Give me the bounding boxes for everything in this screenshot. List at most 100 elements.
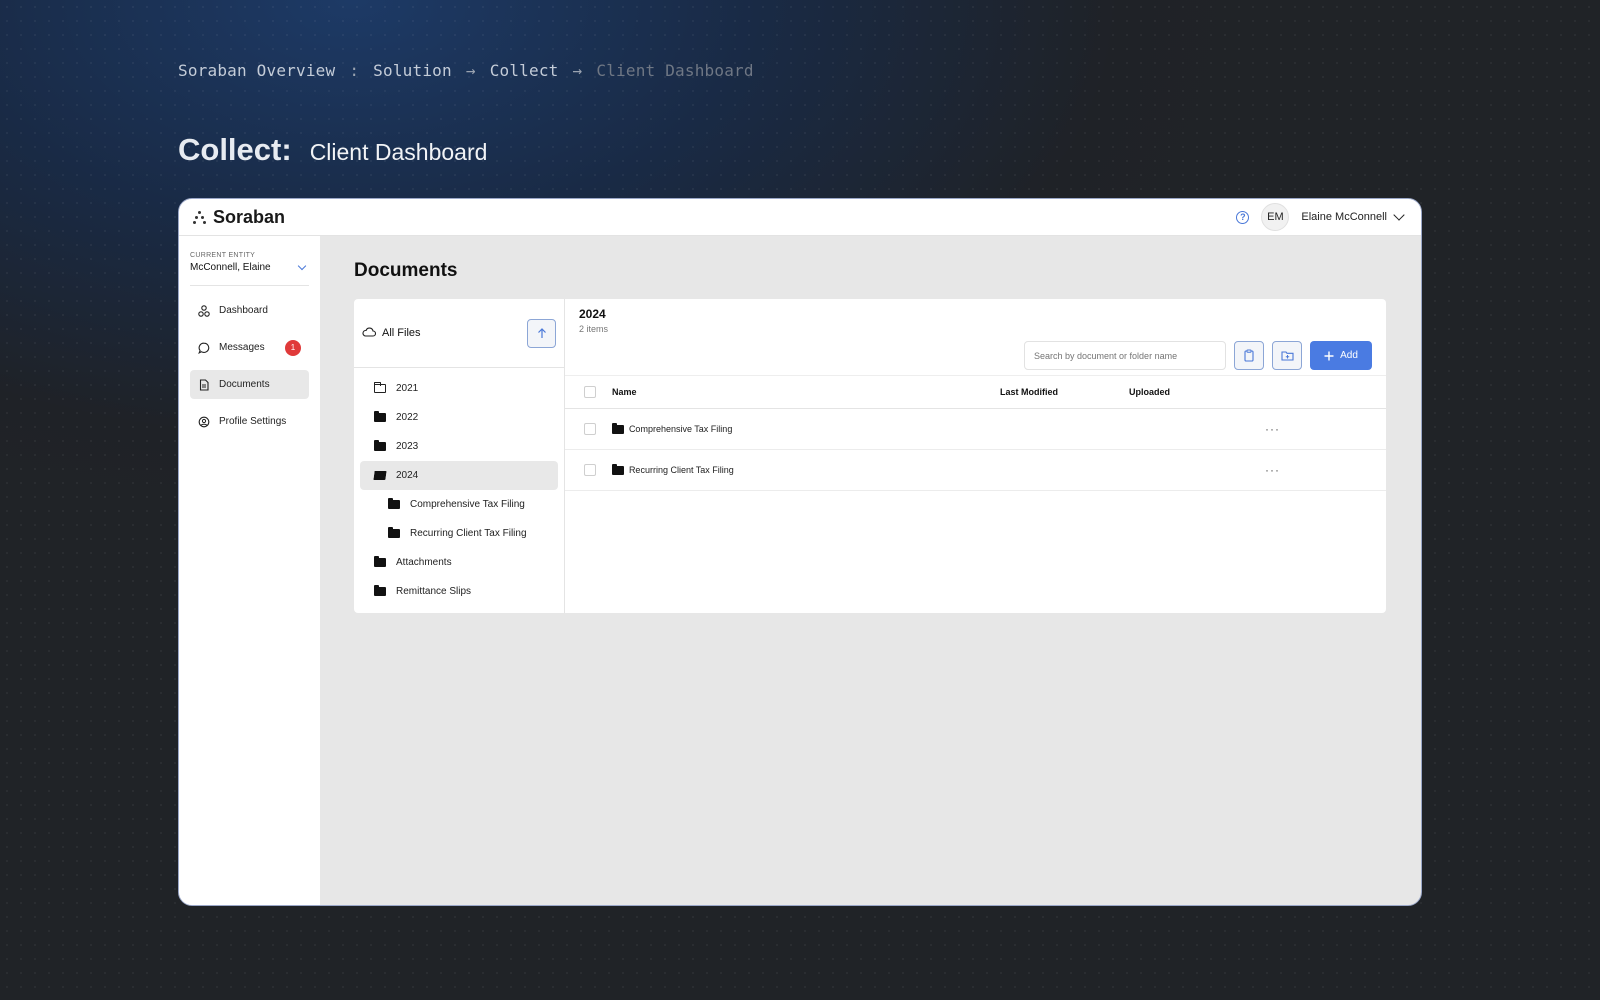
chevron-down-icon: [297, 261, 307, 271]
tree-item-label: 2021: [396, 383, 419, 394]
folder-title: 2024: [579, 307, 606, 321]
entity-selector[interactable]: McConnell, Elaine: [190, 261, 309, 273]
app-topbar: Soraban ? EM Elaine McConnell: [179, 199, 1421, 236]
sidebar-item-label: Documents: [219, 379, 270, 390]
folder-icon: [611, 422, 624, 434]
main-content: Documents All Files 2021 2022 2023 2024 …: [320, 236, 1421, 905]
sidebar-item-profile-settings[interactable]: Profile Settings: [190, 407, 309, 436]
clipboard-button[interactable]: [1234, 341, 1264, 370]
logo-text: Soraban: [213, 206, 286, 227]
avatar[interactable]: EM: [1261, 203, 1290, 231]
tree-item-label: Recurring Client Tax Filing: [410, 528, 527, 539]
tree-list: 2021 2022 2023 2024 Comprehensive Tax Fi…: [354, 368, 564, 606]
folder-contents: 2024 2 items Add: [565, 299, 1386, 613]
tree-item-remittance-slips[interactable]: Remittance Slips: [360, 577, 558, 606]
column-uploaded[interactable]: Uploaded: [1129, 387, 1269, 397]
breadcrumb-separator: →: [465, 61, 476, 80]
tree-item-label: 2023: [396, 441, 419, 452]
more-options-icon[interactable]: ···: [1265, 463, 1280, 477]
breadcrumb-item[interactable]: Soraban Overview: [178, 61, 335, 80]
entity-label: CURRENT ENTITY: [190, 252, 256, 259]
user-area: ? EM Elaine McConnell: [1236, 203, 1407, 231]
user-name[interactable]: Elaine McConnell: [1301, 211, 1387, 223]
row-name-cell: Recurring Client Tax Filing: [611, 463, 998, 475]
tree-item-label: Attachments: [396, 557, 452, 568]
folder-tree: All Files 2021 2022 2023 2024 Comprehens…: [354, 299, 565, 613]
tree-item-label: 2024: [396, 470, 419, 481]
folder-outline-icon: [374, 382, 386, 393]
row-name[interactable]: Recurring Client Tax Filing: [629, 465, 734, 475]
table-row[interactable]: Recurring Client Tax Filing ···: [565, 450, 1386, 491]
new-folder-button[interactable]: [1272, 341, 1302, 370]
upload-button[interactable]: [527, 318, 556, 348]
content-toolbar: Add: [1024, 341, 1372, 370]
table-header: Name Last Modified Uploaded: [565, 375, 1386, 409]
row-name[interactable]: Comprehensive Tax Filing: [629, 424, 732, 434]
page-title: Documents: [354, 260, 458, 281]
tree-item-2023[interactable]: 2023: [360, 432, 558, 461]
sidebar: CURRENT ENTITY McConnell, Elaine Dashboa…: [179, 236, 320, 905]
logo-icon: [193, 210, 207, 224]
tree-header: All Files: [354, 299, 564, 368]
sidebar-item-label: Dashboard: [219, 305, 268, 316]
sidebar-item-documents[interactable]: Documents: [190, 370, 309, 399]
tree-item-recurring-client-tax-filing[interactable]: Recurring Client Tax Filing: [360, 519, 558, 548]
tree-item-2022[interactable]: 2022: [360, 403, 558, 432]
add-button[interactable]: Add: [1310, 341, 1372, 370]
add-button-label: Add: [1340, 350, 1358, 361]
entity-value: McConnell, Elaine: [190, 262, 271, 273]
tree-item-2021[interactable]: 2021: [360, 374, 558, 403]
row-checkbox[interactable]: [584, 464, 596, 476]
app-logo[interactable]: Soraban: [193, 207, 285, 228]
sidebar-item-dashboard[interactable]: Dashboard: [190, 296, 309, 325]
arrow-up-icon: [537, 328, 546, 338]
breadcrumb-item[interactable]: Collect: [490, 61, 559, 80]
sidebar-item-messages[interactable]: Messages 1: [190, 333, 309, 362]
heading-main: Collect:: [178, 132, 292, 167]
folder-icon: [388, 498, 400, 509]
heading-sub: Client Dashboard: [309, 139, 488, 165]
all-files-label[interactable]: All Files: [382, 327, 421, 339]
unread-badge: 1: [285, 339, 301, 356]
sidebar-item-label: Profile Settings: [219, 416, 287, 427]
breadcrumb-item[interactable]: Solution: [373, 61, 452, 80]
files-table: Name Last Modified Uploaded Comprehensiv…: [565, 375, 1386, 491]
column-name[interactable]: Name: [612, 387, 1000, 397]
sidebar-item-label: Messages: [219, 342, 265, 353]
profile-settings-icon: [198, 416, 210, 428]
tree-item-label: Comprehensive Tax Filing: [410, 499, 525, 510]
tree-item-comprehensive-tax-filing[interactable]: Comprehensive Tax Filing: [360, 490, 558, 519]
chevron-down-icon[interactable]: [1393, 209, 1405, 221]
select-all-checkbox[interactable]: [584, 386, 596, 398]
breadcrumb-current: Client Dashboard: [596, 61, 754, 80]
row-checkbox[interactable]: [584, 423, 596, 435]
folder-plus-icon: [1280, 351, 1294, 361]
dashboard-icon: [198, 304, 210, 317]
clipboard-icon: [1244, 349, 1254, 362]
row-name-cell: Comprehensive Tax Filing: [611, 422, 998, 434]
breadcrumb-separator: :: [349, 61, 360, 80]
breadcrumb-separator: →: [572, 61, 583, 80]
documents-panel: All Files 2021 2022 2023 2024 Comprehens…: [354, 299, 1386, 613]
folder-open-icon: [373, 471, 386, 480]
help-icon[interactable]: ?: [1236, 210, 1250, 224]
chat-icon: [198, 342, 210, 354]
folder-icon: [374, 585, 386, 596]
document-icon: [198, 378, 210, 391]
table-row[interactable]: Comprehensive Tax Filing ···: [565, 409, 1386, 450]
folder-icon: [611, 463, 624, 475]
app-window: Soraban ? EM Elaine McConnell CURRENT EN…: [178, 198, 1422, 906]
column-last-modified[interactable]: Last Modified: [1000, 387, 1129, 397]
tree-item-label: Remittance Slips: [396, 586, 472, 597]
folder-icon: [374, 440, 386, 451]
breadcrumb: Soraban Overview : Solution → Collect → …: [178, 61, 754, 80]
sidebar-divider: [190, 285, 309, 286]
more-options-icon[interactable]: ···: [1265, 422, 1280, 436]
tree-item-2024[interactable]: 2024: [360, 461, 558, 490]
search-input[interactable]: [1024, 341, 1226, 370]
folder-icon: [374, 411, 386, 422]
tree-item-attachments[interactable]: Attachments: [360, 548, 558, 577]
plus-icon: [1324, 351, 1334, 360]
page-heading: Collect: Client Dashboard: [178, 132, 487, 168]
tree-item-label: 2022: [396, 412, 419, 423]
